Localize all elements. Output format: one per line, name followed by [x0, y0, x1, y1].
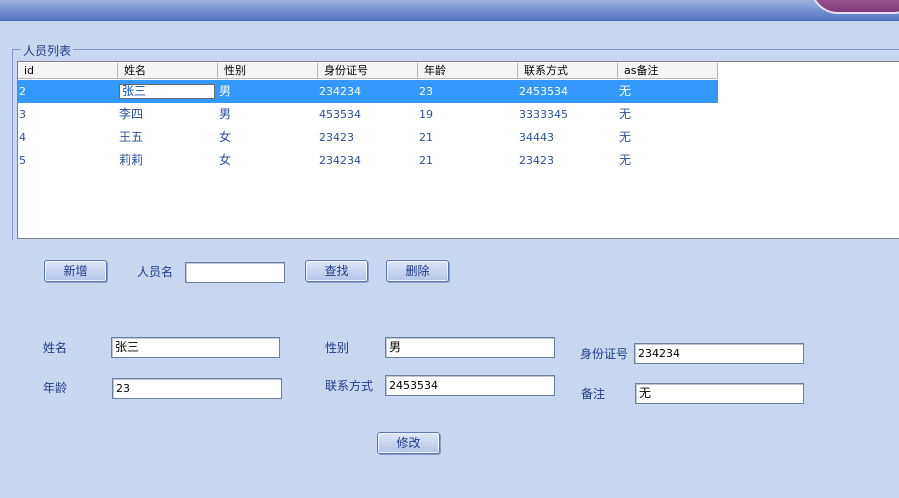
column-header-age[interactable]: 年龄: [418, 62, 518, 79]
name-field[interactable]: 张三: [111, 337, 280, 358]
cell-remark: 无: [619, 130, 632, 144]
cell-idno: 453534: [319, 108, 361, 121]
table-header: id 姓名 性别 身份证号 年龄 联系方式 as备注: [18, 62, 718, 79]
age-label: 年龄: [43, 381, 68, 395]
cell-age: 21: [419, 131, 433, 144]
cell-remark: 无: [619, 107, 632, 121]
cell-contact: 23423: [519, 154, 554, 167]
table-row[interactable]: 5 莉莉 女 234234 21 23423 无: [18, 149, 718, 172]
cell-name: 李四: [119, 107, 144, 121]
group-title: 人员列表: [21, 42, 74, 59]
cell-contact: 3333345: [519, 108, 568, 121]
cell-contact: 2453534: [519, 85, 568, 98]
modify-button[interactable]: 修改: [377, 432, 440, 454]
age-field[interactable]: 23: [112, 378, 282, 399]
name-label: 姓名: [43, 341, 68, 355]
remark-field[interactable]: 无: [635, 383, 804, 404]
cell-gender: 女: [219, 153, 232, 167]
cell-editor[interactable]: 张三: [119, 84, 215, 99]
cell-age: 21: [419, 154, 433, 167]
column-header-gender[interactable]: 性别: [218, 62, 318, 79]
cell-name: 王五: [119, 130, 144, 144]
remark-label: 备注: [581, 387, 606, 401]
idno-label: 身份证号: [580, 347, 629, 361]
contact-field[interactable]: 2453534: [385, 375, 555, 396]
column-header-contact[interactable]: 联系方式: [518, 62, 618, 79]
search-name-label: 人员名: [137, 265, 174, 279]
cell-id: 5: [19, 154, 26, 167]
gender-label: 性别: [325, 341, 350, 355]
cell-name: 莉莉: [119, 153, 144, 167]
contact-label: 联系方式: [325, 379, 374, 393]
cell-idno: 234234: [319, 154, 361, 167]
cell-gender: 男: [219, 84, 232, 98]
cell-id: 4: [19, 131, 26, 144]
gender-field[interactable]: 男: [385, 337, 555, 358]
find-button[interactable]: 查找: [305, 260, 368, 282]
add-button[interactable]: 新增: [44, 260, 107, 282]
cell-remark: 无: [619, 153, 632, 167]
cell-contact: 34443: [519, 131, 554, 144]
column-header-idno[interactable]: 身份证号: [318, 62, 418, 79]
person-table[interactable]: id 姓名 性别 身份证号 年龄 联系方式 as备注 2 张三 男 234234…: [17, 61, 899, 239]
cell-idno: 23423: [319, 131, 354, 144]
title-bar: [0, 0, 899, 21]
cell-id: 3: [19, 108, 26, 121]
column-header-remark[interactable]: as备注: [618, 62, 718, 79]
cell-remark: 无: [619, 84, 632, 98]
cell-idno: 234234: [319, 85, 361, 98]
cell-age: 23: [419, 85, 433, 98]
cell-gender: 男: [219, 107, 232, 121]
table-row[interactable]: 2 张三 男 234234 23 2453534 无: [18, 80, 718, 103]
table-row[interactable]: 4 王五 女 23423 21 34443 无: [18, 126, 718, 149]
column-header-id[interactable]: id: [18, 62, 118, 79]
window-corner-decoration: [810, 0, 899, 14]
search-name-input[interactable]: [185, 262, 285, 283]
table-row[interactable]: 3 李四 男 453534 19 3333345 无: [18, 103, 718, 126]
cell-id: 2: [19, 85, 26, 98]
idno-field[interactable]: 234234: [634, 343, 804, 364]
delete-button[interactable]: 删除: [386, 260, 449, 282]
cell-gender: 女: [219, 130, 232, 144]
cell-age: 19: [419, 108, 433, 121]
column-header-name[interactable]: 姓名: [118, 62, 218, 79]
cell-name[interactable]: 张三: [118, 80, 218, 103]
